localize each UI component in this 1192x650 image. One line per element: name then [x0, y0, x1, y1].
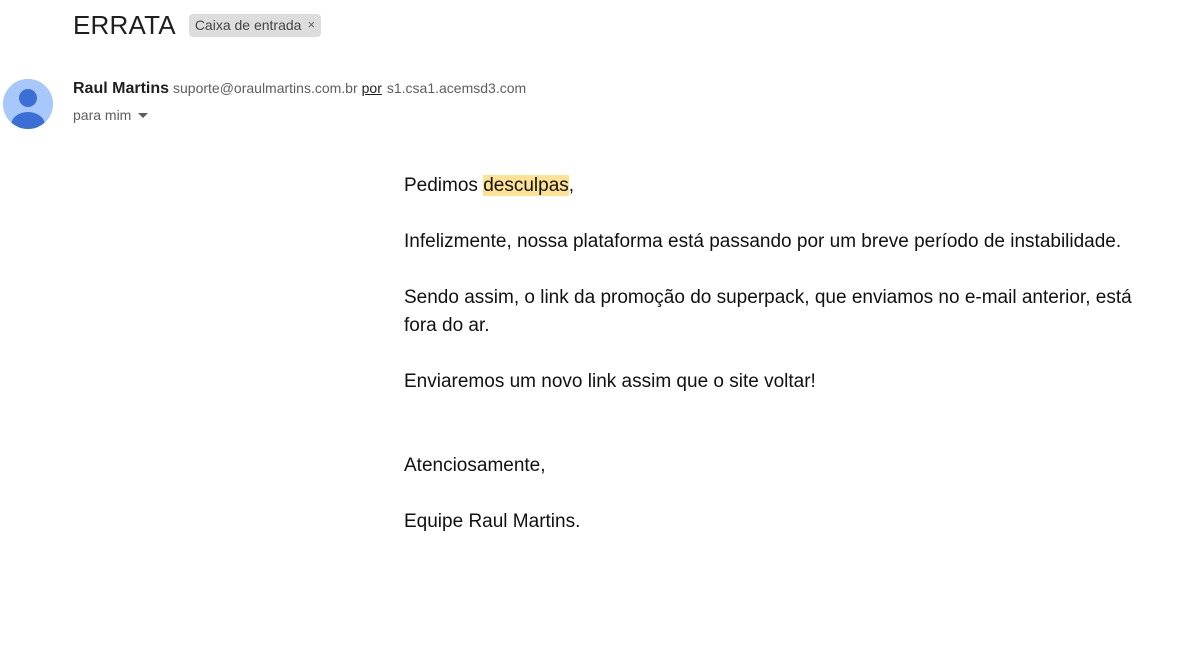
- greeting-prefix: Pedimos: [404, 175, 484, 196]
- paragraph-2-line-1: Sendo assim, o link da promoção do super…: [404, 287, 1132, 308]
- body-greeting: Pedimos desculpas,: [404, 172, 1184, 200]
- label-chip-text: Caixa de entrada: [194, 17, 302, 33]
- chevron-down-icon[interactable]: [138, 112, 149, 118]
- sender-name[interactable]: Raul Martins: [73, 80, 169, 98]
- sender-email: suporte@oraulmartins.com.br: [173, 80, 358, 96]
- sender-line: Raul Martins suporte@oraulmartins.com.br…: [73, 80, 526, 98]
- email-subject-header: ERRATA Caixa de entrada ×: [73, 10, 322, 41]
- person-icon: [3, 79, 53, 129]
- body-paragraph-3: Enviaremos um novo link assim que o site…: [404, 371, 816, 392]
- label-chip-inbox[interactable]: Caixa de entrada ×: [188, 14, 322, 37]
- email-body: Pedimos desculpas, Infelizmente, nossa p…: [404, 172, 1184, 536]
- close-icon[interactable]: ×: [307, 16, 315, 34]
- email-view: ERRATA Caixa de entrada × Raul Martins s…: [0, 0, 1192, 650]
- email-subject: ERRATA: [73, 10, 176, 40]
- via-domain: s1.csa1.acemsd3.com: [386, 80, 527, 96]
- recipient-label: para mim: [73, 107, 132, 123]
- search-highlight: desculpas: [483, 175, 569, 196]
- body-paragraph-1: Infelizmente, nossa plataforma está pass…: [404, 231, 1122, 252]
- body-paragraph-2: Sendo assim, o link da promoção do super…: [404, 284, 1184, 340]
- avatar[interactable]: [3, 79, 53, 129]
- recipient-details-toggle[interactable]: para mim: [73, 107, 149, 123]
- paragraph-2-line-2: fora do ar.: [404, 315, 490, 336]
- body-closing: Atenciosamente,: [404, 455, 546, 476]
- body-signature: Equipe Raul Martins.: [404, 511, 581, 532]
- greeting-suffix: ,: [568, 175, 575, 196]
- via-link[interactable]: por: [362, 80, 382, 96]
